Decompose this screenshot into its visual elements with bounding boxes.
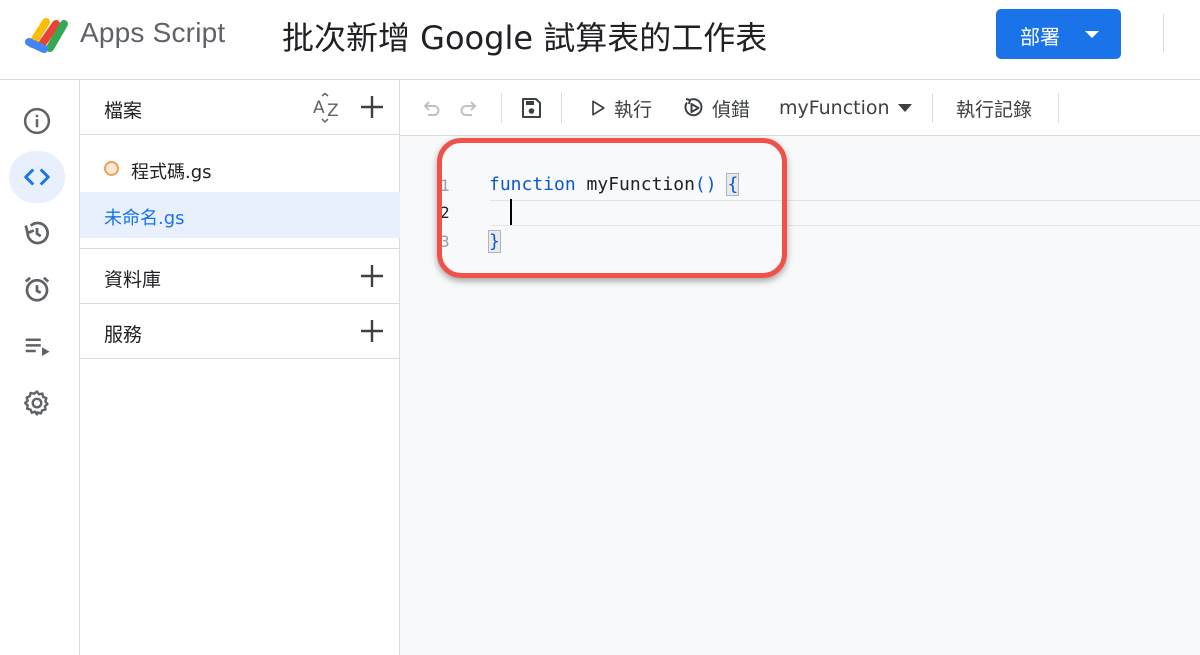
function-select[interactable]: myFunction <box>779 80 912 136</box>
unsaved-status-dot-icon <box>104 161 119 176</box>
save-button[interactable] <box>519 80 543 136</box>
files-section-title: 檔案 <box>104 100 143 122</box>
svg-text:A: A <box>313 98 325 118</box>
code-line-1[interactable]: function myFunction() { <box>489 173 740 196</box>
editor-toolbar: 執行 偵錯 myFunction 執行記錄 <box>400 80 1200 136</box>
debug-button-label: 偵錯 <box>712 98 751 121</box>
toolbar-divider <box>1058 93 1059 123</box>
toolbar-divider <box>501 93 502 123</box>
triggers-nav-button[interactable] <box>9 263 65 315</box>
services-section-title: 服務 <box>104 324 143 346</box>
add-library-plus-icon[interactable] <box>358 262 386 290</box>
line-number: 3 <box>440 232 450 251</box>
project-title[interactable]: 批次新增 Google 試算表的工作表 <box>282 13 767 59</box>
debug-button[interactable]: 偵錯 <box>682 80 750 136</box>
left-nav-rail <box>0 80 80 655</box>
file-item-code-gs[interactable]: 程式碼.gs <box>80 146 400 192</box>
redo-icon <box>460 101 477 116</box>
playlist-play-icon <box>25 338 50 356</box>
alarm-clock-icon <box>24 276 50 302</box>
run-button[interactable]: 執行 <box>588 80 652 136</box>
line-number: 2 <box>440 203 450 222</box>
overview-nav-button[interactable] <box>9 95 65 147</box>
files-section-header: 檔案 A Z <box>80 80 400 135</box>
code-icon <box>24 168 50 186</box>
play-icon <box>592 100 605 116</box>
open-brace-token: { <box>726 173 740 196</box>
svg-text:Z: Z <box>327 101 339 121</box>
deploy-button-label: 部署 <box>1020 25 1060 49</box>
info-icon <box>23 107 51 135</box>
deploy-button[interactable]: 部署 <box>996 9 1121 59</box>
toolbar-divider <box>932 93 933 123</box>
code-line-3[interactable]: } <box>488 230 501 253</box>
toolbar-divider <box>561 93 562 123</box>
undo-icon <box>423 101 440 116</box>
add-service-plus-icon[interactable] <box>358 317 386 345</box>
save-icon <box>522 98 541 118</box>
execution-log-button[interactable]: 執行記錄 <box>950 80 1032 136</box>
redo-button[interactable] <box>457 80 481 136</box>
libraries-section-header[interactable]: 資料庫 <box>80 248 400 304</box>
run-button-label: 執行 <box>614 98 653 121</box>
undo-button[interactable] <box>419 80 443 136</box>
sort-az-icon[interactable]: A Z <box>312 92 344 124</box>
add-file-plus-icon[interactable] <box>358 93 386 121</box>
executions-list-nav-button[interactable] <box>9 320 65 372</box>
close-brace-token: } <box>488 230 501 253</box>
file-name: 未命名.gs <box>104 208 185 229</box>
code-editor[interactable]: 1 2 3 function myFunction() { } <box>400 136 1200 655</box>
gear-icon <box>23 390 49 416</box>
editor-nav-button[interactable] <box>9 151 65 203</box>
line-number: 1 <box>440 176 450 195</box>
files-panel: 檔案 A Z 程式碼.gs 未命名.gs 資料庫 服務 <box>80 80 400 655</box>
file-name: 程式碼.gs <box>131 162 212 183</box>
services-section-header[interactable]: 服務 <box>80 304 400 359</box>
current-line-highlight <box>490 200 1200 226</box>
libraries-section-title: 資料庫 <box>104 269 162 291</box>
execution-log-label: 執行記錄 <box>956 98 1033 121</box>
header-divider <box>1163 14 1164 52</box>
file-item-untitled-gs[interactable]: 未命名.gs <box>80 192 400 238</box>
settings-nav-button[interactable] <box>9 377 65 429</box>
function-select-value: myFunction <box>779 97 890 119</box>
chevron-down-icon <box>1085 31 1099 38</box>
debug-icon <box>684 98 703 117</box>
top-header: Apps Script 批次新增 Google 試算表的工作表 部署 <box>0 0 1200 80</box>
apps-script-logo-icon[interactable] <box>24 14 72 54</box>
history-icon <box>24 221 49 245</box>
keyword-token: function <box>489 174 576 195</box>
caret-down-icon <box>897 104 912 112</box>
function-name-token: myFunction <box>586 174 695 195</box>
parens-token: () <box>694 174 717 195</box>
app-name[interactable]: Apps Script <box>80 17 225 49</box>
executions-nav-button[interactable] <box>9 207 65 259</box>
text-cursor <box>510 199 512 225</box>
